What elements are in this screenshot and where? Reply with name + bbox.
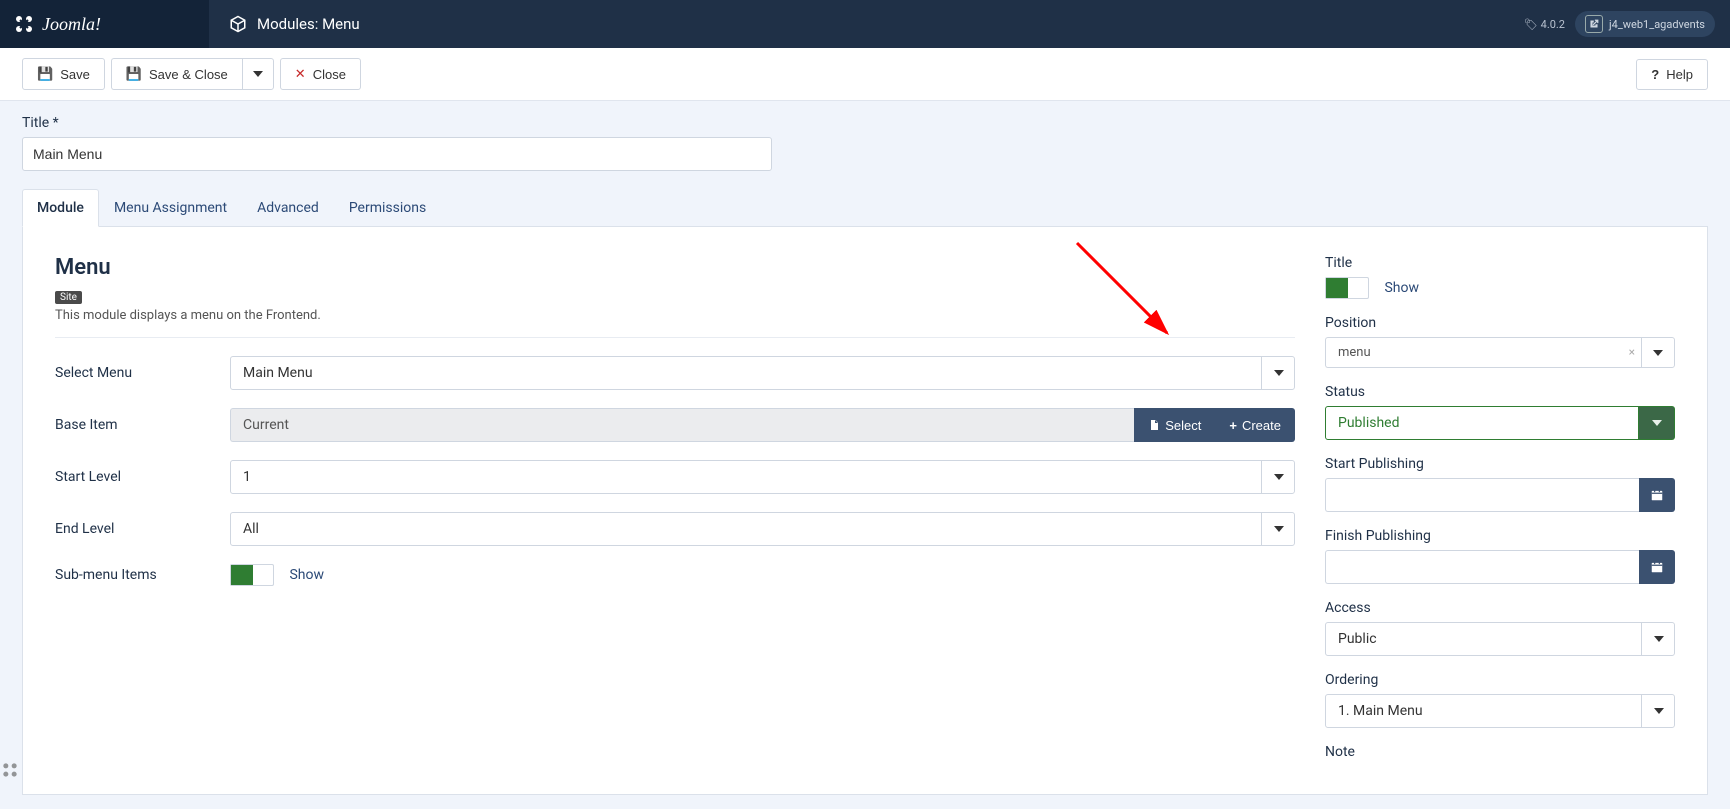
- chevron-down-icon: [1653, 350, 1663, 356]
- file-icon: [1148, 419, 1160, 431]
- chevron-down-icon[interactable]: [1261, 356, 1295, 390]
- chevron-down-icon[interactable]: [1261, 460, 1295, 494]
- action-toolbar: 💾 Save 💾 Save & Close ✕ Close ? Help: [0, 48, 1730, 101]
- label-select-menu: Select Menu: [55, 365, 230, 381]
- finish-pub-input[interactable]: [1325, 550, 1639, 584]
- brand-text: Joomla!: [42, 14, 101, 35]
- cube-icon: [229, 15, 247, 33]
- help-icon: ?: [1651, 67, 1659, 82]
- clear-icon[interactable]: ×: [1629, 345, 1635, 359]
- plus-icon: +: [1229, 418, 1237, 433]
- page-body: Title Module Menu Assignment Advanced Pe…: [0, 101, 1730, 809]
- close-button[interactable]: ✕ Close: [280, 58, 361, 90]
- calendar-button[interactable]: [1639, 478, 1675, 512]
- position-dropdown[interactable]: [1641, 337, 1675, 368]
- calendar-icon: [1650, 560, 1664, 574]
- close-icon: ✕: [295, 66, 306, 82]
- label-status: Status: [1325, 384, 1675, 400]
- tab-permissions[interactable]: Permissions: [334, 189, 441, 226]
- label-start-pub: Start Publishing: [1325, 456, 1675, 472]
- module-desc: This module displays a menu on the Front…: [55, 308, 1295, 323]
- title-toggle-text: Show: [1384, 280, 1419, 296]
- chevron-down-icon[interactable]: [1261, 512, 1295, 546]
- label-finish-pub: Finish Publishing: [1325, 528, 1675, 544]
- status-dropdown[interactable]: [1639, 406, 1675, 440]
- label-access: Access: [1325, 600, 1675, 616]
- select-menu[interactable]: Main Menu: [230, 356, 1295, 390]
- base-select-button[interactable]: Select: [1134, 408, 1215, 442]
- label-base-item: Base Item: [55, 417, 230, 433]
- status-select[interactable]: Published: [1325, 406, 1639, 440]
- base-create-button[interactable]: + Create: [1215, 408, 1295, 442]
- save-button[interactable]: 💾 Save: [22, 58, 105, 90]
- page-heading: Modules: Menu: [229, 15, 360, 33]
- module-heading: Menu: [55, 255, 1295, 280]
- version-tag: 🏷 4.0.2: [1524, 18, 1565, 31]
- label-end-level: End Level: [55, 521, 230, 537]
- calendar-button[interactable]: [1639, 550, 1675, 584]
- calendar-icon: [1650, 488, 1664, 502]
- label-start-level: Start Level: [55, 469, 230, 485]
- start-level-select[interactable]: 1: [230, 460, 1295, 494]
- user-menu[interactable]: j4_web1_agadvents: [1575, 11, 1715, 37]
- chevron-down-icon[interactable]: [1641, 622, 1675, 656]
- title-input[interactable]: [22, 137, 772, 171]
- joomla-corner-icon: [0, 760, 20, 780]
- chevron-down-icon: [253, 71, 263, 77]
- label-sub-menu: Sub-menu Items: [55, 567, 230, 583]
- tab-module[interactable]: Module: [22, 189, 99, 227]
- tabs: Module Menu Assignment Advanced Permissi…: [22, 189, 1708, 227]
- label-side-title: Title: [1325, 255, 1675, 271]
- publish-settings: Title Show Position menu × Statu: [1325, 255, 1675, 766]
- title-label: Title: [22, 115, 1708, 131]
- sub-menu-toggle-text: Show: [289, 567, 324, 583]
- save-close-group: 💾 Save & Close: [111, 58, 274, 90]
- brand-area[interactable]: Joomla!: [0, 0, 209, 48]
- sub-menu-toggle[interactable]: [230, 564, 274, 586]
- label-position: Position: [1325, 315, 1675, 331]
- joomla-icon: [12, 12, 36, 36]
- label-note: Note: [1325, 744, 1675, 760]
- title-toggle[interactable]: [1325, 277, 1369, 299]
- tab-advanced[interactable]: Advanced: [242, 189, 334, 226]
- access-select[interactable]: Public: [1325, 622, 1675, 656]
- position-select[interactable]: menu ×: [1325, 337, 1641, 368]
- base-item-value: Current: [230, 408, 1134, 442]
- save-close-button[interactable]: 💾 Save & Close: [111, 58, 242, 90]
- panel-module: Menu Site This module displays a menu on…: [22, 227, 1708, 795]
- save-dropdown-button[interactable]: [242, 58, 274, 90]
- user-name: j4_web1_agadvents: [1609, 18, 1705, 31]
- save-icon: 💾: [126, 66, 142, 82]
- end-level-select[interactable]: All: [230, 512, 1295, 546]
- module-settings: Menu Site This module displays a menu on…: [55, 255, 1295, 766]
- page-title-text: Modules: Menu: [257, 15, 360, 33]
- label-ordering: Ordering: [1325, 672, 1675, 688]
- chevron-down-icon: [1652, 420, 1662, 426]
- topbar: Joomla! Modules: Menu 🏷 4.0.2 j4_web1_ag…: [0, 0, 1730, 48]
- help-button[interactable]: ? Help: [1636, 59, 1708, 90]
- chevron-down-icon[interactable]: [1641, 694, 1675, 728]
- start-pub-input[interactable]: [1325, 478, 1639, 512]
- top-right: 🏷 4.0.2 j4_web1_agadvents: [1524, 11, 1715, 37]
- tab-menu-assignment[interactable]: Menu Assignment: [99, 189, 242, 226]
- ordering-select[interactable]: 1. Main Menu: [1325, 694, 1675, 728]
- save-icon: 💾: [37, 66, 53, 82]
- client-badge: Site: [55, 291, 82, 304]
- external-icon: [1585, 15, 1603, 33]
